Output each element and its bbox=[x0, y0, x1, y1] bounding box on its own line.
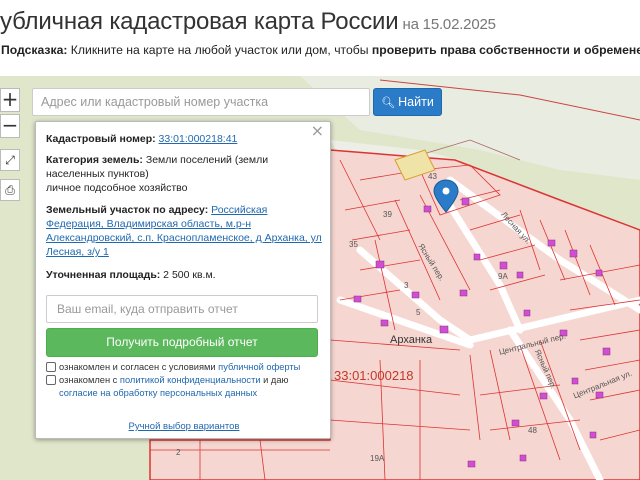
get-report-button[interactable]: Получить подробный отчет bbox=[46, 328, 318, 357]
parcel-number: 39 bbox=[383, 210, 392, 219]
hint-bold: проверить права собственности и обремене… bbox=[371, 43, 640, 57]
zoom-in-button[interactable]: + bbox=[0, 88, 20, 112]
privacy-consent-text: ознакомлен с политикой конфиденциальност… bbox=[59, 374, 324, 400]
search-button[interactable]: 🔍︎ Найти bbox=[373, 88, 442, 116]
manual-selection-row: Ручной выбор вариантов bbox=[36, 420, 332, 434]
cadastral-number-label: Кадастровый номер: bbox=[46, 133, 156, 145]
parcel-number: 48 bbox=[528, 426, 537, 435]
parcel-number: 5 bbox=[416, 308, 421, 317]
privacy-consent-pre: ознакомлен с bbox=[59, 375, 120, 385]
privacy-consent-mid: и даю bbox=[260, 375, 289, 385]
parcel-number: 3 bbox=[404, 281, 409, 290]
village-label: Арханка bbox=[390, 334, 433, 346]
email-field[interactable] bbox=[46, 295, 318, 323]
search-input[interactable] bbox=[32, 88, 370, 116]
privacy-consent-checkbox[interactable] bbox=[46, 375, 56, 385]
parcel-number: 35 bbox=[349, 240, 358, 249]
parcel-number: 19A bbox=[370, 454, 385, 463]
print-icon[interactable]: ⎙ bbox=[0, 179, 20, 201]
zoom-out-button[interactable]: − bbox=[0, 114, 20, 138]
search-icon: 🔍︎ bbox=[381, 96, 396, 109]
page-title: убличная кадастровая карта России на 15.0… bbox=[0, 8, 496, 36]
area-value: 2 500 кв.м. bbox=[160, 269, 216, 281]
fullscreen-icon[interactable]: ⤢ bbox=[0, 149, 20, 171]
area-row: Уточненная площадь: 2 500 кв.м. bbox=[46, 268, 322, 282]
cadastral-number-row: Кадастровый номер: 33:01:000218:41 bbox=[46, 132, 322, 146]
offer-consent-checkbox[interactable] bbox=[46, 362, 56, 372]
page-title-text: убличная кадастровая карта России bbox=[0, 8, 399, 35]
hint-label: Подсказка: bbox=[1, 43, 68, 57]
parcel-popup: × Кадастровый номер: 33:01:000218:41 Кат… bbox=[35, 121, 331, 439]
search-button-label: Найти bbox=[398, 95, 434, 109]
parcel-number: 2 bbox=[176, 448, 181, 457]
privacy-policy-link[interactable]: политикой конфиденциальности bbox=[120, 375, 261, 385]
offer-consent-pre: ознакомлен и согласен с условиями bbox=[59, 362, 219, 372]
public-offer-link[interactable]: публичной оферты bbox=[218, 362, 300, 372]
personal-data-consent-link[interactable]: согласие на обработку персональных данны… bbox=[59, 388, 257, 398]
area-label: Уточненная площадь: bbox=[46, 269, 161, 281]
offer-consent-text: ознакомлен и согласен с условиями публич… bbox=[59, 361, 324, 374]
manual-selection-link[interactable]: Ручной выбор вариантов bbox=[129, 421, 240, 432]
land-usage: личное подсобное хозяйство bbox=[46, 182, 188, 194]
map-date: на 15.02.2025 bbox=[402, 16, 496, 33]
address-label: Земельный участок по адресу: bbox=[46, 204, 209, 216]
land-category-label: Категория земель: bbox=[46, 154, 143, 166]
cadastral-number-link[interactable]: 33:01:000218:41 bbox=[159, 133, 238, 145]
cadastral-block-label: 33:01:000218 bbox=[334, 368, 414, 383]
hint: Подсказка: Кликните на карте на любой уч… bbox=[1, 43, 640, 57]
parcel-number: 9A bbox=[498, 272, 508, 281]
land-category-row: Категория земель: Земли поселений (земли… bbox=[46, 153, 322, 181]
header: убличная кадастровая карта России на 15.0… bbox=[0, 0, 640, 76]
address-row: Земельный участок по адресу: Российская … bbox=[46, 203, 322, 259]
parcel-number: 43 bbox=[428, 172, 437, 181]
hint-text: Кликните на карте на любой участок или д… bbox=[67, 43, 372, 57]
